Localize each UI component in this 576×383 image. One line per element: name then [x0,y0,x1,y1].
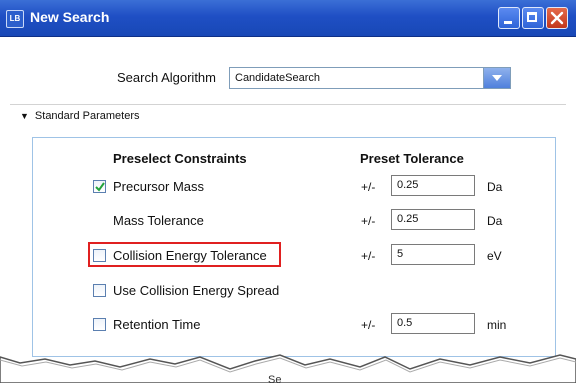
preset-tolerance-header: Preset Tolerance [360,151,464,166]
precursor-mass-tolerance-input[interactable]: 0.25 [391,175,475,196]
unit-label: min [487,318,507,332]
retention-time-label: Retention Time [113,317,201,332]
unit-label: eV [487,249,502,263]
divider [10,104,566,105]
input-value: 0.25 [397,213,419,225]
checkmark-icon [95,182,105,192]
close-button[interactable] [546,7,568,29]
plus-minus-label: +/- [361,214,376,228]
precursor-mass-label: Precursor Mass [113,179,205,194]
highlight-box [88,242,281,267]
collapse-triangle-icon: ▼ [20,111,29,121]
title-bar[interactable]: LB New Search [0,0,576,37]
close-icon [550,11,564,25]
dropdown-button[interactable] [483,68,510,88]
unit-label: Da [487,180,503,194]
plus-minus-label: +/- [361,180,376,194]
standard-parameters-toggle[interactable]: ▼ Standard Parameters [20,110,139,122]
minimize-icon [504,21,512,24]
maximize-button[interactable] [522,7,544,29]
use-collision-energy-spread-label: Use Collision Energy Spread [113,283,280,298]
preselect-constraints-header: Preselect Constraints [113,151,247,166]
input-value: 0.25 [397,179,419,191]
partial-footer-text: Se [268,374,282,383]
precursor-mass-checkbox[interactable] [93,180,106,193]
plus-minus-label: +/- [361,318,376,332]
retention-time-checkbox[interactable] [93,318,106,331]
torn-edge [0,354,576,383]
section-title: Standard Parameters [34,110,140,122]
chevron-down-icon [492,75,502,81]
minimize-button[interactable] [498,7,520,29]
input-value: 5 [397,248,404,260]
use-collision-energy-spread-checkbox[interactable] [93,284,106,297]
unit-label: Da [487,214,503,228]
retention-time-input[interactable]: 0.5 [391,313,475,334]
search-algorithm-label: Search Algorithm [117,70,216,85]
collision-energy-tolerance-input[interactable]: 5 [391,244,475,265]
maximize-icon [527,12,537,22]
mass-tolerance-label: Mass Tolerance [113,213,204,228]
window-title: New Search [30,9,110,25]
mass-tolerance-input[interactable]: 0.25 [391,209,475,230]
input-value: 0.5 [397,317,413,329]
search-algorithm-select[interactable]: CandidateSearch [229,67,511,89]
new-search-window: LB New Search Search Algorithm Candidate… [0,0,576,383]
search-algorithm-value: CandidateSearch [235,72,321,84]
plus-minus-label: +/- [361,249,376,263]
app-icon: LB [6,10,24,28]
